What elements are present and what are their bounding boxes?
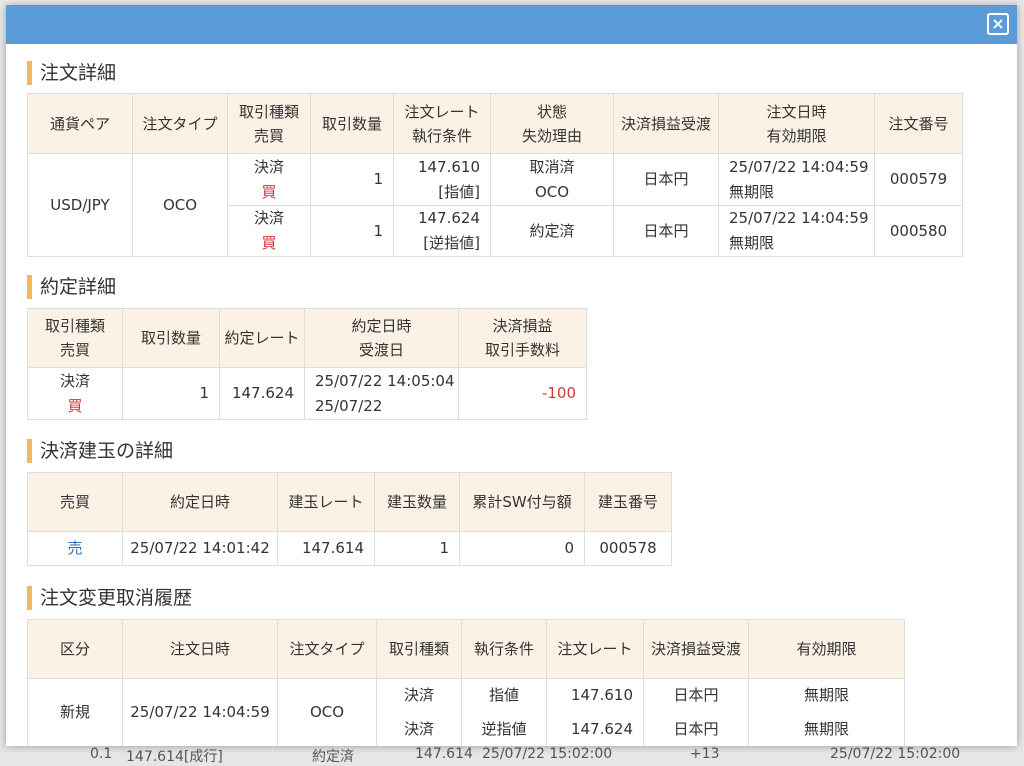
currency-cell: 日本円: [613, 153, 719, 206]
col-header: 注文レート 執行条件: [393, 93, 491, 154]
category-cell: 新規: [27, 678, 123, 746]
kind-cell: 決済買: [27, 367, 123, 420]
kind-cell: 決済: [376, 712, 462, 746]
background-table-row: 0.1 147.614[成行] 約定済 147.614 25/07/22 15:…: [0, 744, 1024, 766]
col-header: 取引種類: [376, 619, 462, 679]
col-header: 取引数量: [122, 308, 220, 368]
bg-cell: 25/07/22 15:02:00: [830, 746, 961, 762]
position-detail-table: 売買 約定日時 建玉レート 建玉数量 累計SW付与額 建玉番号 売 25/07/…: [27, 472, 672, 566]
col-header: 注文タイプ: [277, 619, 377, 679]
bg-cell: 約定済: [312, 749, 354, 765]
rate-cell: 147.610: [546, 678, 644, 713]
currency-cell: 日本円: [643, 678, 749, 713]
swap-cell: 0: [459, 531, 585, 566]
order-no-cell: 000579: [874, 153, 963, 206]
date-cell: 25/07/22 14:01:42: [122, 531, 278, 566]
col-header: 建玉番号: [584, 472, 672, 532]
kind-cell: 決済: [376, 678, 462, 713]
cond-cell: 逆指値: [461, 712, 547, 746]
col-header: 約定日時 受渡日: [304, 308, 459, 368]
qty-cell: 1: [122, 367, 220, 420]
col-header: 建玉数量: [374, 472, 460, 532]
position-detail-title: 決済建玉の詳細: [27, 439, 173, 463]
execution-detail-table: 取引種類 売買 取引数量 約定レート 約定日時 受渡日 決済損益 取引手数料 決済買 …: [27, 308, 587, 420]
type-cell: OCO: [132, 153, 228, 257]
table-row: USD/JPY OCO 決済買 1 147.610 [指値] 取消済 OCO 日本円…: [27, 153, 963, 257]
bg-cell: 25/07/22 15:02:00: [482, 746, 613, 762]
col-header: 注文タイプ: [132, 93, 228, 154]
type-cell: OCO: [277, 678, 377, 746]
col-header: 取引数量: [310, 93, 394, 154]
bg-cell: +13: [690, 746, 720, 762]
expiry-cell: 無期限: [748, 712, 905, 746]
qty-cell: 1: [310, 205, 394, 257]
table-row: 決済買 1 147.624 25/07/22 14:05:04 25/07/22 …: [27, 367, 587, 420]
history-title: 注文変更取消履歴: [27, 586, 192, 610]
col-header: 建玉レート: [277, 472, 375, 532]
col-header: 注文日時: [122, 619, 278, 679]
execution-detail-title: 約定詳細: [27, 275, 116, 299]
col-header: 決済損益受渡: [643, 619, 749, 679]
rate-cell: 147.624 [逆指値]: [393, 205, 491, 257]
col-header: 通貨ペア: [27, 93, 133, 154]
kind-cell: 決済買: [227, 153, 311, 206]
status-cell: 取消済 OCO: [490, 153, 614, 206]
dialog-header: ×: [6, 5, 1017, 44]
pl-cell: -100: [458, 367, 587, 420]
kind-cell: 決済買: [227, 205, 311, 257]
date-cell: 25/07/22 14:04:59 無期限: [718, 205, 875, 257]
col-header: 執行条件: [461, 619, 547, 679]
col-header: 取引種類 売買: [227, 93, 311, 154]
col-header: 売買: [27, 472, 123, 532]
date-cell: 25/07/22 14:05:04 25/07/22: [304, 367, 459, 420]
close-icon[interactable]: ×: [987, 13, 1009, 35]
currency-cell: 日本円: [643, 712, 749, 746]
order-detail-title: 注文詳細: [27, 61, 116, 85]
position-no-cell: 000578: [584, 531, 672, 566]
rate-cell: 147.624: [219, 367, 305, 420]
table-row: 新規 25/07/22 14:04:59 OCO 決済 指値 147.610 日…: [27, 678, 905, 746]
col-header: 区分: [27, 619, 123, 679]
qty-cell: 1: [374, 531, 460, 566]
col-header: 状態 失効理由: [490, 93, 614, 154]
order-detail-table: 通貨ペア 注文タイプ 取引種類 売買 取引数量 注文レート 執行条件 状態 失効理由 …: [27, 93, 963, 257]
bg-cell: 147.614[成行]: [126, 749, 223, 765]
order-detail-dialog: × 注文詳細 通貨ペア 注文タイプ 取引種類 売買 取引数量 注文レート 執行条件 …: [6, 5, 1017, 746]
status-cell: 約定済: [490, 205, 614, 257]
table-row: 売 25/07/22 14:01:42 147.614 1 0 000578: [27, 531, 672, 566]
currency-cell: 日本円: [613, 205, 719, 257]
col-header: 決済損益 取引手数料: [458, 308, 587, 368]
col-header: 決済損益受渡: [613, 93, 719, 154]
qty-cell: 1: [310, 153, 394, 206]
order-no-cell: 000580: [874, 205, 963, 257]
rate-cell: 147.624: [546, 712, 644, 746]
history-table: 区分 注文日時 注文タイプ 取引種類 執行条件 注文レート 決済損益受渡 有効期…: [27, 619, 905, 746]
col-header: 注文番号: [874, 93, 963, 154]
col-header: 約定レート: [219, 308, 305, 368]
side-cell: 売: [27, 531, 123, 566]
expiry-cell: 無期限: [748, 678, 905, 713]
date-cell: 25/07/22 14:04:59: [122, 678, 278, 746]
col-header: 注文レート: [546, 619, 644, 679]
bg-cell: 0.1: [90, 746, 113, 762]
pair-cell: USD/JPY: [27, 153, 133, 257]
col-header: 約定日時: [122, 472, 278, 532]
date-cell: 25/07/22 14:04:59 無期限: [718, 153, 875, 206]
col-header: 累計SW付与額: [459, 472, 585, 532]
col-header: 注文日時 有効期限: [718, 93, 875, 154]
col-header: 取引種類 売買: [27, 308, 123, 368]
rate-cell: 147.614: [277, 531, 375, 566]
cond-cell: 指値: [461, 678, 547, 713]
bg-cell: 147.614: [415, 746, 473, 762]
rate-cell: 147.610 [指値]: [393, 153, 491, 206]
col-header: 有効期限: [748, 619, 905, 679]
